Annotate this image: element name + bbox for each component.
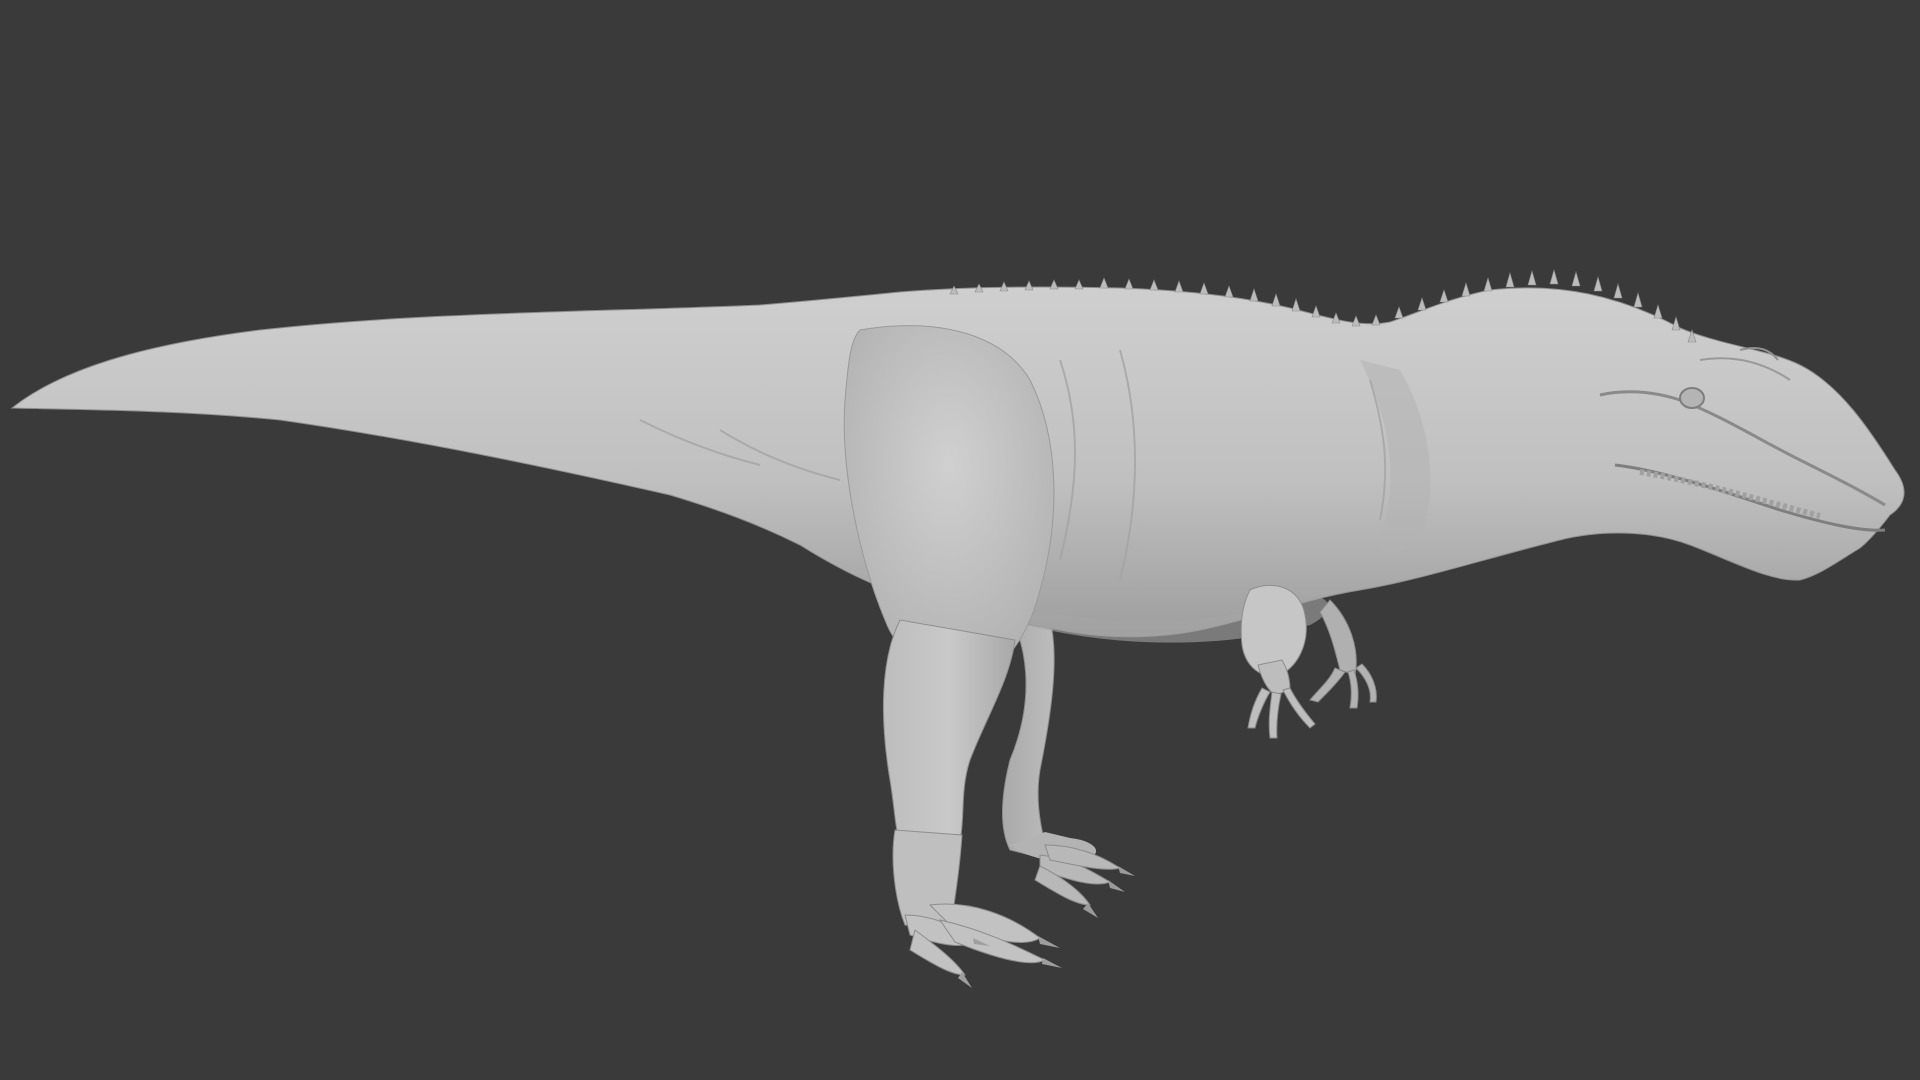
3d-viewport[interactable] <box>0 0 1920 1080</box>
eye <box>1679 387 1705 409</box>
viewport-canvas[interactable] <box>0 0 1920 1080</box>
far-foot-toes <box>1034 844 1122 906</box>
far-leg <box>998 598 1135 918</box>
thigh <box>843 325 1055 674</box>
dinosaur-model[interactable] <box>10 268 1905 988</box>
